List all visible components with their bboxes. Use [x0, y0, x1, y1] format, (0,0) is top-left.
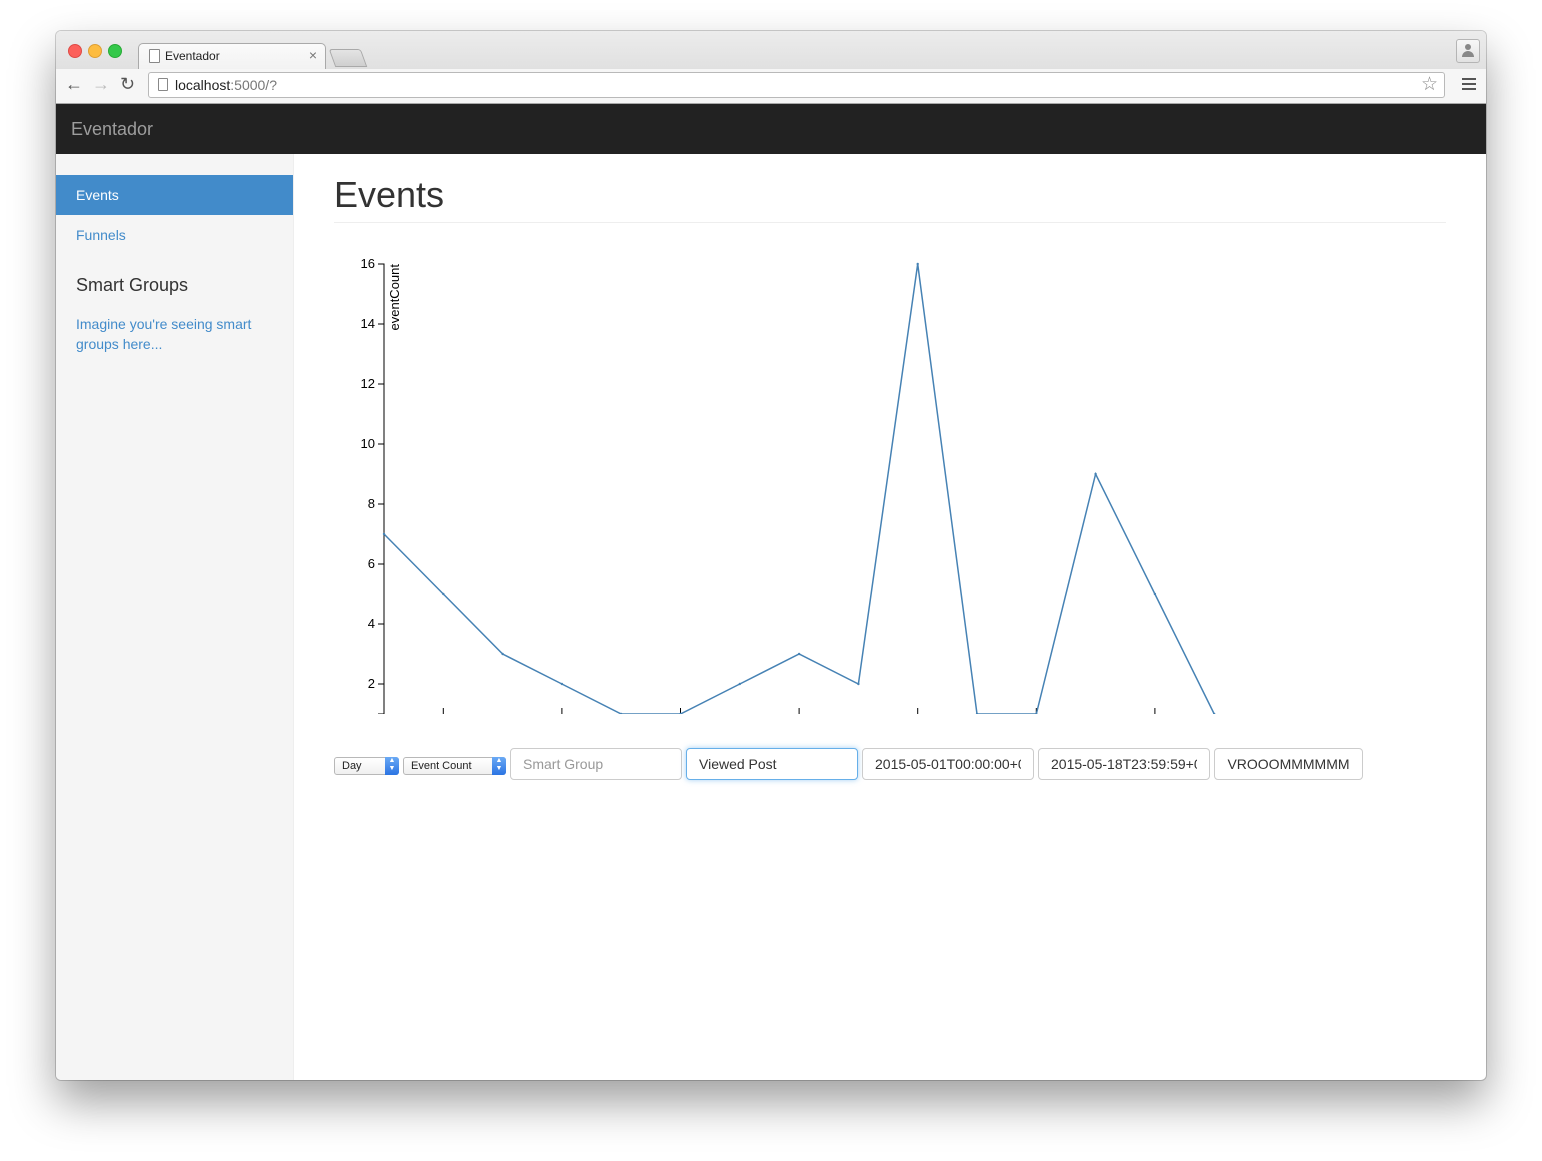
page-icon: [149, 49, 160, 63]
browser-tab[interactable]: Eventador ×: [138, 43, 326, 70]
y-tick-label: 10: [361, 436, 375, 451]
data-point: [738, 682, 741, 686]
forward-arrow-icon[interactable]: →: [92, 74, 110, 95]
minimize-window-button[interactable]: [88, 44, 102, 58]
browser-chrome: Eventador × ← → ↻ localhost:5000/? ☆: [56, 31, 1486, 104]
hamburger-menu-icon[interactable]: [1462, 78, 1476, 93]
data-point: [916, 262, 919, 266]
profile-icon[interactable]: [1456, 39, 1480, 63]
data-point: [382, 532, 386, 536]
y-tick-label: 2: [368, 676, 375, 691]
browser-toolbar: ← → ↻ localhost:5000/? ☆: [56, 69, 1486, 103]
events-line-chart: 246810121416eventCountMay 03Tue 05Thu 07…: [334, 244, 1294, 736]
data-point: [560, 682, 564, 686]
data-point: [1094, 472, 1097, 476]
interval-select[interactable]: Day ▲ ▼: [334, 757, 399, 775]
bookmark-star-icon[interactable]: ☆: [1421, 73, 1438, 96]
sidebar-item-label: Events: [76, 187, 119, 203]
sidebar-item-funnels[interactable]: Funnels: [56, 215, 293, 255]
brand-link[interactable]: Eventador: [71, 119, 153, 140]
data-point: [501, 652, 504, 656]
chart-svg: 246810121416eventCountMay 03Tue 05Thu 07…: [361, 256, 1216, 736]
tab-close-icon[interactable]: ×: [309, 47, 317, 63]
page-icon: [158, 78, 168, 91]
data-point: [857, 682, 860, 686]
page-title: Events: [334, 174, 445, 215]
smart-group-input[interactable]: [510, 748, 682, 780]
tab-title: Eventador: [165, 49, 220, 63]
zoom-window-button[interactable]: [108, 44, 122, 58]
sidebar-item-events[interactable]: Events: [56, 175, 293, 215]
start-date-input[interactable]: [862, 748, 1034, 780]
sidebar-item-label: Funnels: [76, 227, 126, 243]
series-line: [383, 263, 1215, 715]
reload-icon[interactable]: ↻: [120, 74, 135, 95]
top-navbar: Eventador: [56, 104, 1486, 154]
back-arrow-icon[interactable]: ←: [65, 74, 83, 95]
select-arrows-icon: ▲ ▼: [385, 757, 399, 775]
title-divider: [334, 222, 1446, 223]
y-tick-label: 12: [361, 376, 375, 391]
y-axis-line: [378, 263, 385, 715]
end-date-input[interactable]: [1038, 748, 1210, 780]
y-tick-label: 4: [368, 616, 375, 631]
data-point: [797, 652, 801, 656]
smart-groups-heading: Smart Groups: [76, 275, 189, 295]
y-tick-label: 14: [361, 316, 375, 331]
url-text[interactable]: localhost:5000/?: [175, 77, 277, 93]
browser-window: Eventador × ← → ↻ localhost:5000/? ☆ Eve…: [56, 31, 1486, 1080]
submit-button[interactable]: VROOOMMMMMM: [1214, 748, 1363, 780]
new-tab-button[interactable]: [328, 49, 368, 67]
y-tick-label: 16: [361, 256, 375, 271]
smart-groups-placeholder-link[interactable]: Imagine you're seeing smart groups here.…: [76, 314, 276, 354]
metric-select[interactable]: Event Count ▲ ▼: [403, 757, 506, 775]
event-name-input[interactable]: [686, 748, 858, 780]
y-axis-label: eventCount: [387, 264, 402, 331]
data-point: [1153, 592, 1157, 596]
data-point: [442, 592, 445, 596]
page: Eventador Events Funnels Smart Groups Im…: [56, 104, 1486, 1080]
y-tick-label: 6: [368, 556, 375, 571]
select-arrows-icon: ▲ ▼: [492, 757, 506, 775]
sidebar: Events Funnels Smart Groups Imagine you'…: [56, 154, 294, 1080]
address-bar[interactable]: localhost:5000/? ☆: [148, 72, 1445, 98]
close-window-button[interactable]: [68, 44, 82, 58]
y-tick-label: 8: [368, 496, 375, 511]
